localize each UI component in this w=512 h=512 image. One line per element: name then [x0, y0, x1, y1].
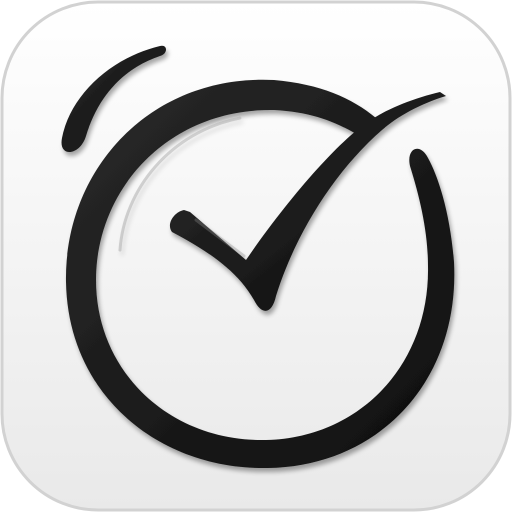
alarm-clock-checkmark-icon [0, 0, 512, 512]
app-icon-canvas [0, 0, 512, 512]
